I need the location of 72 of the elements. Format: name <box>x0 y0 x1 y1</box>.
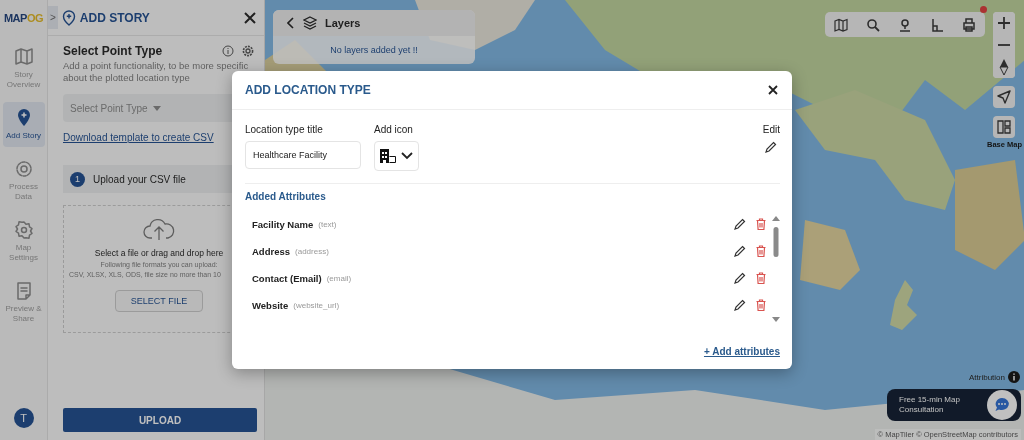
trash-icon[interactable] <box>756 299 766 311</box>
compass-button[interactable] <box>993 56 1016 78</box>
attribute-type: (text) <box>318 219 337 229</box>
print-icon[interactable] <box>962 17 976 32</box>
attribute-name: Address <box>252 245 290 257</box>
settings-icon[interactable] <box>242 45 254 57</box>
locate-button[interactable] <box>993 86 1016 108</box>
consultation-banner[interactable]: Free 15-min Map Consultation <box>887 389 1021 421</box>
settings-icon <box>13 220 34 240</box>
modal-title: ADD LOCATION TYPE <box>245 83 371 97</box>
panel-title: ADD STORY <box>79 10 150 25</box>
attribute-name: Facility Name <box>252 218 314 230</box>
notification-dot <box>980 6 987 13</box>
select-file-button[interactable]: SELECT FILE <box>115 290 203 312</box>
drop-zone-title: Select a file or drag and drop here <box>94 248 224 258</box>
step-label: Upload your CSV file <box>93 173 186 185</box>
user-avatar[interactable]: T <box>13 408 34 428</box>
angle-icon[interactable] <box>930 17 944 32</box>
chevron-down-icon <box>401 152 413 160</box>
gear-icon <box>13 159 34 179</box>
navigation-arrow-icon <box>997 90 1012 104</box>
pencil-icon[interactable] <box>734 272 746 284</box>
layers-title: Layers <box>325 17 361 29</box>
logo: MAPOG <box>3 10 44 26</box>
trash-icon[interactable] <box>756 245 766 257</box>
compass-icon <box>999 59 1010 75</box>
expand-toggle[interactable]: > <box>48 6 58 29</box>
add-attributes-link[interactable]: + Add attributes <box>703 346 780 357</box>
plus-icon <box>998 17 1011 29</box>
icon-dropdown[interactable] <box>374 141 419 171</box>
section-description: Add a point functionality, to be more specific about the plotted location type <box>63 60 250 84</box>
edit-label: Edit <box>762 124 780 135</box>
upload-button[interactable]: UPLOAD <box>63 408 257 432</box>
empty-message: No layers added yet !! <box>329 44 419 57</box>
pencil-icon[interactable] <box>765 141 777 153</box>
map-icon[interactable] <box>834 17 848 32</box>
title-input[interactable]: Healthcare Facility <box>245 141 361 169</box>
pin-icon <box>61 9 76 26</box>
search-icon[interactable] <box>866 17 880 32</box>
attribution-label: Attribution <box>968 372 1005 382</box>
close-icon[interactable] <box>244 11 256 24</box>
consultation-text: Free 15-min Map Consultation <box>899 395 961 415</box>
grid-icon <box>997 120 1012 134</box>
attribute-type: (address) <box>295 246 329 256</box>
field-label: Location type title <box>245 124 324 135</box>
attribute-type: (website_url) <box>293 300 340 310</box>
chat-icon <box>987 390 1017 420</box>
step-number: 1 <box>70 171 85 187</box>
caret-icon <box>152 105 161 111</box>
close-icon[interactable] <box>768 85 778 95</box>
attribute-type: (email) <box>326 273 352 283</box>
trash-icon[interactable] <box>756 218 766 230</box>
info-icon[interactable] <box>222 45 234 57</box>
back-chevron-icon[interactable] <box>287 17 295 29</box>
trash-icon[interactable] <box>756 272 766 284</box>
attribute-name: Contact (Email) <box>252 272 322 284</box>
info-icon[interactable] <box>1008 371 1020 383</box>
upload-cloud-icon <box>143 216 175 242</box>
base-map-button[interactable] <box>993 116 1016 138</box>
section-title: Select Point Type <box>63 44 163 58</box>
scrollbar[interactable] <box>772 216 780 322</box>
sidebar-item[interactable]: Add Story <box>2 102 45 147</box>
pencil-icon[interactable] <box>734 218 746 230</box>
pencil-icon[interactable] <box>734 245 746 257</box>
building-icon <box>380 149 396 163</box>
attribute-name: Website <box>252 299 289 311</box>
field-label: Add icon <box>374 124 414 135</box>
pin-icon[interactable] <box>898 17 912 32</box>
pencil-icon[interactable] <box>734 299 746 311</box>
section-heading: Added Attributes <box>245 191 327 202</box>
layers-icon <box>303 16 317 30</box>
map-icon <box>13 47 34 67</box>
